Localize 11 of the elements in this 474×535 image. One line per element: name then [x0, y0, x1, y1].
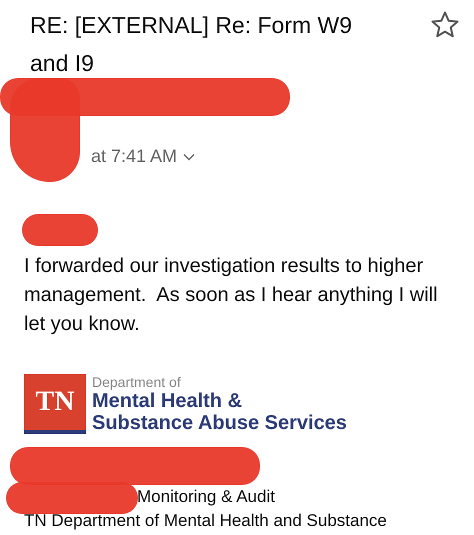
- logo-text: Mental Health &: [92, 390, 244, 412]
- email-subject: RE: [EXTERNAL] Re: Form W9 and I9: [30, 11, 354, 78]
- signature-organization: TN Department of Mental Health and Substance: [24, 510, 387, 532]
- star-icon[interactable]: [430, 10, 460, 40]
- message-body: I forwarded our investigation results to higher management. As soon as I hear anything I will let you know.: [23, 254, 439, 337]
- logo-text: Substance Abuse Services: [92, 412, 347, 434]
- chevron-down-icon[interactable]: [183, 152, 196, 160]
- sent-time: at 7:41 AM: [91, 146, 178, 167]
- logo-text: Department of: [92, 374, 182, 390]
- logo-mark: TN: [24, 374, 86, 434]
- signature-unit: Monitoring & Audit: [137, 486, 275, 508]
